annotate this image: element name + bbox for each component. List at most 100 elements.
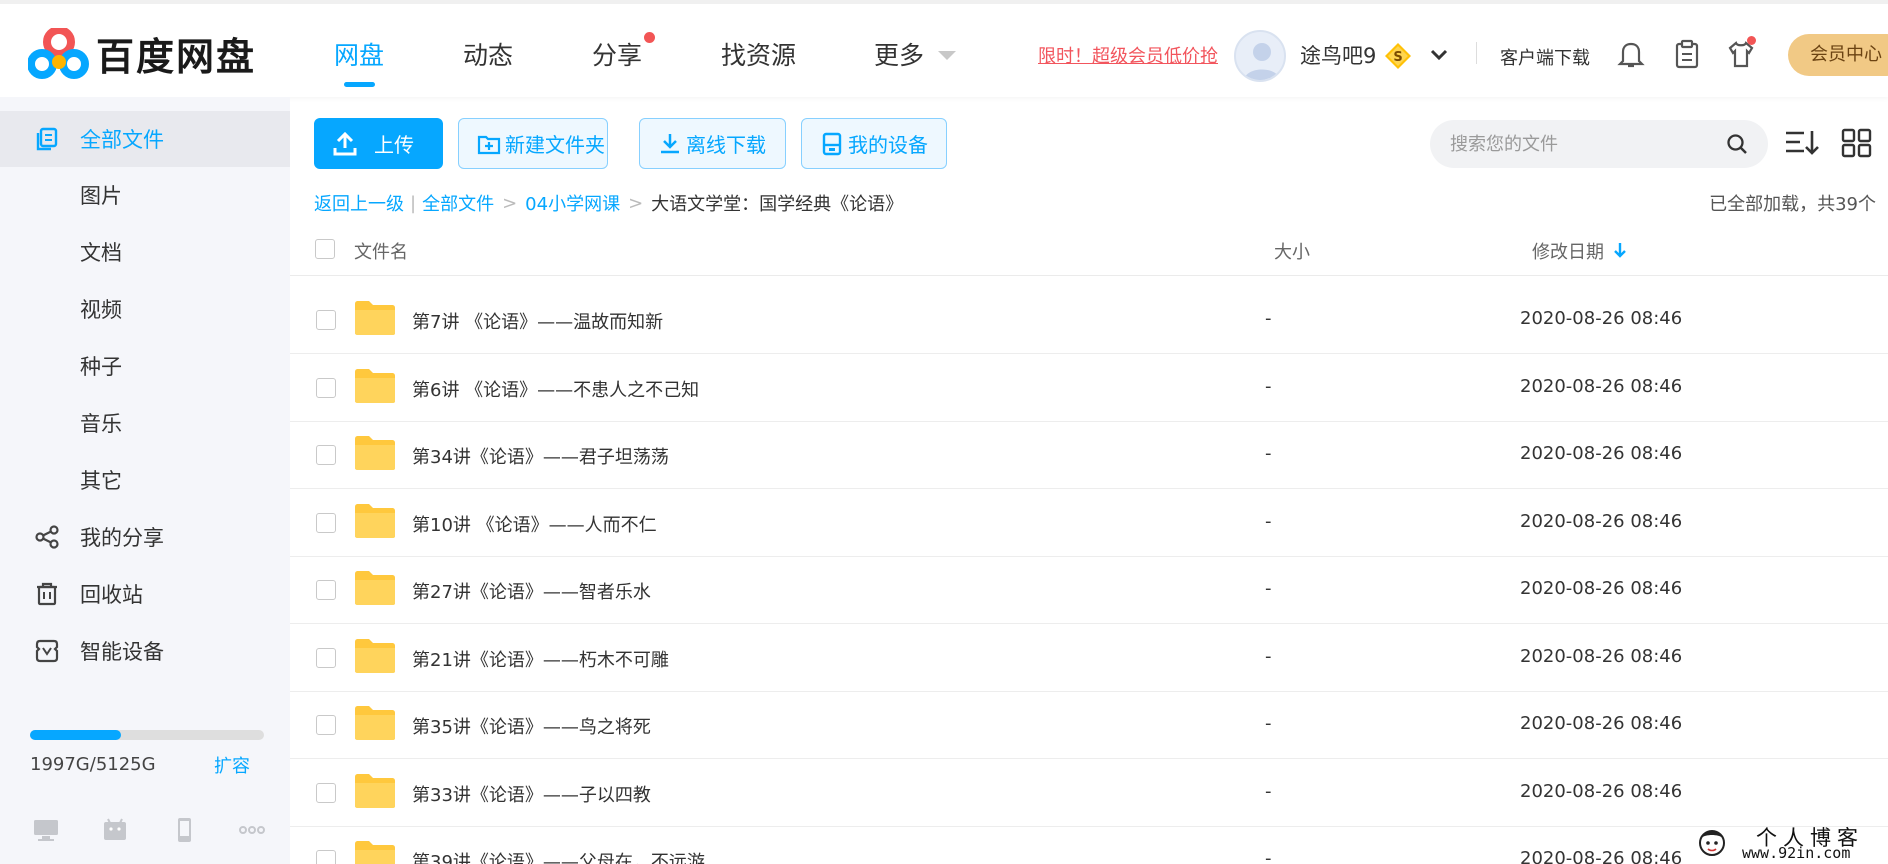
- user-menu-chevron-down-icon[interactable]: [1428, 44, 1450, 66]
- file-size: -: [1265, 713, 1272, 734]
- offline-download-button[interactable]: 离线下载: [639, 118, 786, 169]
- vip-promo-link[interactable]: 限时！超级会员低价抢: [1038, 42, 1218, 68]
- row-checkbox[interactable]: [316, 445, 336, 465]
- nav-tab-share[interactable]: 分享: [592, 36, 642, 72]
- table-row[interactable]: 第7讲 《论语》——温故而知新 - 2020-08-26 08:46: [290, 286, 1888, 354]
- sidebar-item-documents[interactable]: 文档: [0, 224, 290, 280]
- recycle-bin-icon: [37, 582, 57, 606]
- upload-label: 上传: [374, 133, 414, 157]
- file-size: -: [1265, 511, 1272, 532]
- row-checkbox[interactable]: [316, 715, 336, 735]
- nav-tab-more[interactable]: 更多: [874, 36, 924, 72]
- table-row[interactable]: 第10讲 《论语》——人而不仁 - 2020-08-26 08:46: [290, 489, 1888, 557]
- row-checkbox[interactable]: [316, 580, 336, 600]
- sidebar-item-videos[interactable]: 视频: [0, 281, 290, 337]
- svg-text:S: S: [1393, 50, 1402, 65]
- file-list: 第7讲 《论语》——温故而知新 - 2020-08-26 08:46 第6讲 《…: [290, 276, 1888, 864]
- my-devices-button[interactable]: 我的设备: [801, 118, 947, 169]
- nav-tab-netdisk[interactable]: 网盘: [334, 36, 384, 72]
- more-clients-icon[interactable]: [238, 817, 266, 843]
- file-name[interactable]: 第39讲《论语》——父母在，不远游: [412, 848, 705, 864]
- breadcrumb-back-link[interactable]: 返回上一级: [314, 190, 404, 216]
- sort-descending-arrow-icon[interactable]: [1612, 240, 1628, 260]
- sidebar-item-label: 我的分享: [80, 526, 164, 550]
- column-header-modified[interactable]: 修改日期: [1532, 238, 1604, 264]
- file-modified-date: 2020-08-26 08:46: [1520, 848, 1683, 864]
- row-checkbox[interactable]: [316, 648, 336, 668]
- nav-tab-activity[interactable]: 动态: [463, 36, 513, 72]
- file-modified-date: 2020-08-26 08:46: [1520, 308, 1683, 329]
- table-row[interactable]: 第39讲《论语》——父母在，不远游 - 2020-08-26 08:46: [290, 826, 1888, 864]
- file-size: -: [1265, 578, 1272, 599]
- sidebar-item-label: 全部文件: [80, 128, 164, 152]
- column-header-name[interactable]: 文件名: [354, 238, 408, 264]
- file-name[interactable]: 第21讲《论语》——朽木不可雕: [412, 646, 669, 672]
- table-row[interactable]: 第34讲《论语》——君子坦荡荡 - 2020-08-26 08:46: [290, 421, 1888, 489]
- sidebar-item-all-files[interactable]: 全部文件: [0, 111, 290, 167]
- clipboard-icon[interactable]: [1672, 38, 1702, 70]
- sort-list-icon[interactable]: [1784, 126, 1822, 160]
- expand-storage-link[interactable]: 扩容: [214, 752, 250, 778]
- row-checkbox[interactable]: [316, 513, 336, 533]
- username[interactable]: 途鸟吧9: [1300, 40, 1376, 70]
- vip-center-button[interactable]: 会员中心: [1788, 34, 1888, 76]
- row-checkbox[interactable]: [316, 378, 336, 398]
- sidebar-item-other[interactable]: 其它: [0, 452, 290, 508]
- file-modified-date: 2020-08-26 08:46: [1520, 646, 1683, 667]
- brand-logo[interactable]: 百度网盘: [28, 26, 256, 81]
- table-row[interactable]: 第6讲 《论语》——不患人之不己知 - 2020-08-26 08:46: [290, 354, 1888, 422]
- default-avatar-icon: [1244, 43, 1280, 80]
- table-row[interactable]: 第27讲《论语》——智者乐水 - 2020-08-26 08:46: [290, 556, 1888, 624]
- file-name[interactable]: 第27讲《论语》——智者乐水: [412, 578, 651, 604]
- file-size: -: [1265, 443, 1272, 464]
- sidebar-item-images[interactable]: 图片: [0, 167, 290, 223]
- android-client-icon[interactable]: [101, 817, 129, 843]
- table-row[interactable]: 第35讲《论语》——鸟之将死 - 2020-08-26 08:46: [290, 691, 1888, 759]
- file-name[interactable]: 第7讲 《论语》——温故而知新: [412, 308, 663, 334]
- more-dropdown-caret-icon[interactable]: [938, 51, 956, 60]
- breadcrumb-folder[interactable]: 04小学网课: [525, 190, 620, 216]
- search-icon[interactable]: [1726, 133, 1748, 155]
- grid-view-icon[interactable]: [1840, 126, 1874, 160]
- desktop-client-icon[interactable]: [32, 817, 60, 843]
- row-checkbox[interactable]: [316, 310, 336, 330]
- storage-usage-bar: [30, 730, 264, 740]
- folder-icon: [355, 504, 395, 538]
- sidebar-item-my-shares[interactable]: 我的分享: [0, 509, 290, 565]
- nav-tab-find-resources[interactable]: 找资源: [721, 36, 796, 72]
- offline-download-label: 离线下载: [686, 133, 766, 157]
- new-folder-button[interactable]: 新建文件夹: [458, 118, 608, 169]
- sidebar-item-smart-devices[interactable]: 智能设备: [0, 623, 290, 679]
- folder-icon: [355, 706, 395, 740]
- row-checkbox[interactable]: [316, 850, 336, 864]
- file-modified-date: 2020-08-26 08:46: [1520, 443, 1683, 464]
- client-download-link[interactable]: 客户端下载: [1500, 44, 1590, 70]
- new-folder-icon: [477, 135, 501, 154]
- file-name[interactable]: 第33讲《论语》——子以四教: [412, 781, 651, 807]
- file-search-box[interactable]: [1430, 120, 1768, 168]
- search-input[interactable]: [1450, 120, 1720, 168]
- bell-icon[interactable]: [1616, 38, 1646, 70]
- sidebar-item-label: 其它: [80, 469, 122, 493]
- mobile-client-icon[interactable]: [170, 817, 198, 843]
- sidebar-item-torrents[interactable]: 种子: [0, 338, 290, 394]
- brand-name: 百度网盘: [96, 35, 257, 79]
- sidebar-item-recycle-bin[interactable]: 回收站: [0, 566, 290, 622]
- row-checkbox[interactable]: [316, 783, 336, 803]
- file-name[interactable]: 第10讲 《论语》——人而不仁: [412, 511, 657, 537]
- user-avatar[interactable]: [1234, 30, 1286, 82]
- sidebar-item-label: 回收站: [80, 583, 143, 607]
- upload-button[interactable]: 上传: [314, 118, 443, 169]
- table-row[interactable]: 第33讲《论语》——子以四教 - 2020-08-26 08:46: [290, 759, 1888, 827]
- storage-usage-fill: [30, 730, 122, 740]
- column-header-size[interactable]: 大小: [1274, 238, 1310, 264]
- select-all-checkbox[interactable]: [315, 239, 335, 259]
- file-name[interactable]: 第6讲 《论语》——不患人之不己知: [412, 376, 699, 402]
- file-size: -: [1265, 781, 1272, 802]
- sidebar-item-music[interactable]: 音乐: [0, 395, 290, 451]
- file-name[interactable]: 第35讲《论语》——鸟之将死: [412, 713, 651, 739]
- table-row[interactable]: 第21讲《论语》——朽木不可雕 - 2020-08-26 08:46: [290, 624, 1888, 692]
- breadcrumb-all-files[interactable]: 全部文件: [422, 190, 494, 216]
- file-modified-date: 2020-08-26 08:46: [1520, 578, 1683, 599]
- file-name[interactable]: 第34讲《论语》——君子坦荡荡: [412, 443, 669, 469]
